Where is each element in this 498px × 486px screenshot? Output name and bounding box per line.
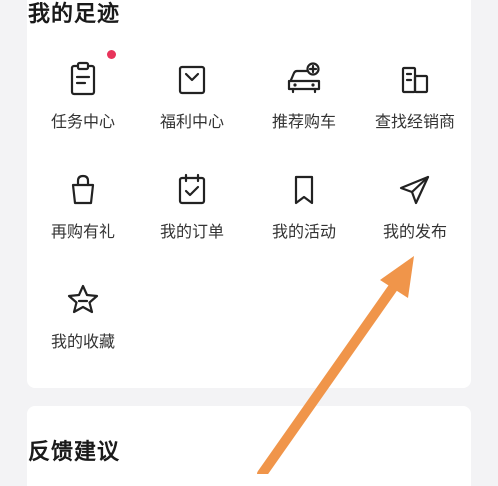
notification-badge	[107, 50, 116, 59]
my-favorites-item[interactable]: 我的收藏	[28, 280, 138, 352]
welfare-center-item[interactable]: 福利中心	[137, 60, 247, 132]
repurchase-gift-icon	[63, 170, 103, 210]
my-activities-icon	[284, 170, 324, 210]
my-posts-icon	[395, 170, 435, 210]
my-activities-label: 我的活动	[271, 222, 336, 241]
feedback-section-title[interactable]: 反馈建议	[28, 434, 120, 466]
my-orders-label: 我的订单	[159, 222, 224, 241]
recommend-car-label: 推荐购车	[271, 112, 336, 131]
task-center-label: 任务中心	[50, 112, 115, 131]
my-favorites-label: 我的收藏	[50, 332, 115, 351]
welfare-center-icon	[172, 60, 212, 100]
recommend-car-icon	[284, 60, 324, 100]
find-dealer-icon	[395, 60, 435, 100]
my-activities-item[interactable]: 我的活动	[249, 170, 359, 242]
repurchase-gift-label: 再购有礼	[50, 222, 115, 241]
task-center-icon	[63, 60, 103, 100]
my-orders-item[interactable]: 我的订单	[137, 170, 247, 242]
recommend-car-item[interactable]: 推荐购车	[249, 60, 359, 132]
my-posts-item[interactable]: 我的发布	[360, 170, 470, 242]
find-dealer-item[interactable]: 查找经销商	[360, 60, 470, 132]
my-favorites-icon	[63, 280, 103, 320]
footprint-section-title: 我的足迹	[28, 2, 121, 27]
task-center-item[interactable]: 任务中心	[28, 60, 138, 132]
welfare-center-label: 福利中心	[159, 112, 224, 131]
my-posts-label: 我的发布	[382, 222, 447, 241]
my-orders-icon	[172, 170, 212, 210]
repurchase-gift-item[interactable]: 再购有礼	[28, 170, 138, 242]
find-dealer-label: 查找经销商	[374, 112, 455, 131]
